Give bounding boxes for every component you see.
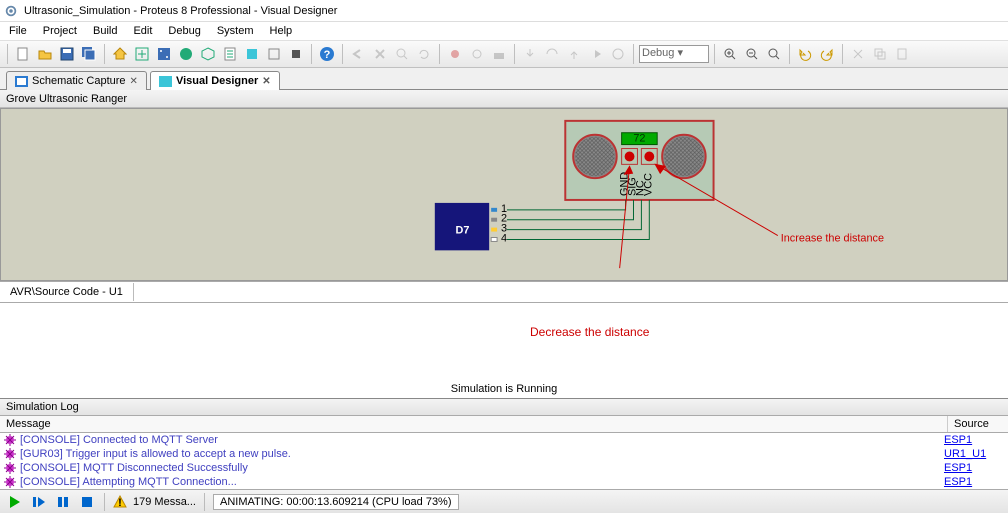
toolbar: ? Debug ▾ (0, 40, 1008, 68)
log-columns: Message Source (0, 416, 1008, 433)
log-row[interactable]: [GUR03] Trigger input is allowed to acce… (0, 447, 1008, 461)
log-row[interactable]: [CONSOLE] Connected to MQTT Server ESP1 (0, 433, 1008, 447)
pause-button[interactable] (54, 493, 72, 511)
svg-text:D7: D7 (456, 225, 470, 237)
zoom-in-icon[interactable] (720, 44, 740, 64)
tab-label: Schematic Capture (32, 75, 126, 87)
zoom-out-icon[interactable] (742, 44, 762, 64)
clear-bp-icon[interactable] (467, 44, 487, 64)
tab-visual-designer[interactable]: Visual Designer ✕ (150, 71, 280, 90)
cut-icon[interactable] (848, 44, 868, 64)
run-to-icon[interactable] (586, 44, 606, 64)
grove-port-d7[interactable]: D7 1 2 3 4 (435, 203, 507, 251)
menu-file[interactable]: File (2, 23, 34, 39)
log-col-source[interactable]: Source (948, 416, 1008, 432)
increase-annotation: Increase the distance (781, 232, 884, 244)
log-source-link[interactable]: ESP1 (944, 476, 972, 488)
schematic-icon[interactable] (132, 44, 152, 64)
step-over-icon[interactable] (542, 44, 562, 64)
log-col-message[interactable]: Message (0, 416, 948, 432)
svg-text:4: 4 (501, 232, 507, 244)
find-icon[interactable] (392, 44, 412, 64)
menu-system[interactable]: System (210, 23, 261, 39)
debug-combo[interactable]: Debug ▾ (639, 45, 709, 63)
tab-schematic-capture[interactable]: Schematic Capture ✕ (6, 71, 147, 90)
log-row[interactable]: [CONSOLE] Attempting MQTT Connection... … (0, 475, 1008, 489)
home-icon[interactable] (110, 44, 130, 64)
refresh-icon[interactable] (414, 44, 434, 64)
menu-help[interactable]: Help (263, 23, 300, 39)
designer-tab-icon (159, 76, 172, 87)
breakpoint-icon[interactable] (608, 44, 628, 64)
svg-text:VCC: VCC (642, 173, 654, 196)
new-icon[interactable] (13, 44, 33, 64)
svg-text:?: ? (324, 49, 331, 61)
tab-label: Visual Designer (176, 75, 258, 87)
menu-debug[interactable]: Debug (161, 23, 207, 39)
decrease-annotation: Decrease the distance (530, 325, 649, 339)
log-row[interactable]: [CONSOLE] MQTT Disconnected Successfully… (0, 461, 1008, 475)
close-icon[interactable]: ✕ (130, 76, 138, 87)
svg-text:!: ! (118, 497, 122, 509)
log-icon (4, 434, 16, 446)
log-rows: [CONSOLE] Connected to MQTT Server ESP1 … (0, 433, 1008, 489)
toggle-bp-icon[interactable] (445, 44, 465, 64)
menu-project[interactable]: Project (36, 23, 84, 39)
open-icon[interactable] (35, 44, 55, 64)
simulation-status: Simulation is Running (0, 381, 1008, 399)
delete-icon[interactable] (370, 44, 390, 64)
ultrasonic-sensor[interactable]: 72 GND SIG NC VCC (565, 121, 713, 200)
save-icon[interactable] (57, 44, 77, 64)
step-into-icon[interactable] (520, 44, 540, 64)
undo-icon[interactable] (348, 44, 368, 64)
message-count[interactable]: 179 Messa... (133, 496, 196, 508)
explorer-icon[interactable] (264, 44, 284, 64)
copy-icon[interactable] (870, 44, 890, 64)
undo2-icon[interactable] (795, 44, 815, 64)
warning-icon: ! (113, 495, 127, 509)
paste-icon[interactable] (892, 44, 912, 64)
document-tabs: Schematic Capture ✕ Visual Designer ✕ (0, 68, 1008, 90)
pcb-icon[interactable] (154, 44, 174, 64)
menubar: File Project Build Edit Debug System Hel… (0, 22, 1008, 40)
log-icon (4, 476, 16, 488)
schematic-canvas: 72 GND SIG NC VCC D7 1 2 3 4 (1, 109, 1007, 280)
statusbar: ! 179 Messa... ANIMATING: 00:00:13.60921… (0, 489, 1008, 513)
design-surface[interactable]: 72 GND SIG NC VCC D7 1 2 3 4 (0, 108, 1008, 281)
window-title: Ultrasonic_Simulation - Proteus 8 Profes… (24, 5, 337, 17)
step-button[interactable] (30, 493, 48, 511)
menu-edit[interactable]: Edit (126, 23, 159, 39)
source-tab-row: AVR\Source Code - U1 (0, 281, 1008, 303)
3d-icon[interactable] (198, 44, 218, 64)
log-icon (4, 462, 16, 474)
log-icon (4, 448, 16, 460)
designer-icon[interactable] (242, 44, 262, 64)
titlebar: Ultrasonic_Simulation - Proteus 8 Profes… (0, 0, 1008, 22)
animating-status: ANIMATING: 00:00:13.609214 (CPU load 73%… (213, 494, 459, 510)
log-source-link[interactable]: UR1_U1 (944, 448, 986, 460)
menu-build[interactable]: Build (86, 23, 124, 39)
save-all-icon[interactable] (79, 44, 99, 64)
close-icon[interactable]: ✕ (262, 76, 270, 87)
panel-header: Grove Ultrasonic Ranger (0, 90, 1008, 108)
play-button[interactable] (6, 493, 24, 511)
bom-icon[interactable] (220, 44, 240, 64)
stop-button[interactable] (78, 493, 96, 511)
source-tab[interactable]: AVR\Source Code - U1 (0, 283, 134, 301)
editor-area: Decrease the distance (0, 303, 1008, 381)
wires (507, 200, 649, 240)
log-source-link[interactable]: ESP1 (944, 462, 972, 474)
log-header: Simulation Log (0, 399, 1008, 416)
svg-text:72: 72 (633, 133, 645, 145)
app-icon (4, 4, 18, 18)
chip-icon[interactable] (286, 44, 306, 64)
step-out-icon[interactable] (564, 44, 584, 64)
redo2-icon[interactable] (817, 44, 837, 64)
log-source-link[interactable]: ESP1 (944, 434, 972, 446)
gerber-icon[interactable] (176, 44, 196, 64)
zoom-fit-icon[interactable] (764, 44, 784, 64)
help-icon[interactable]: ? (317, 44, 337, 64)
schematic-tab-icon (15, 76, 28, 87)
build-icon[interactable] (489, 44, 509, 64)
